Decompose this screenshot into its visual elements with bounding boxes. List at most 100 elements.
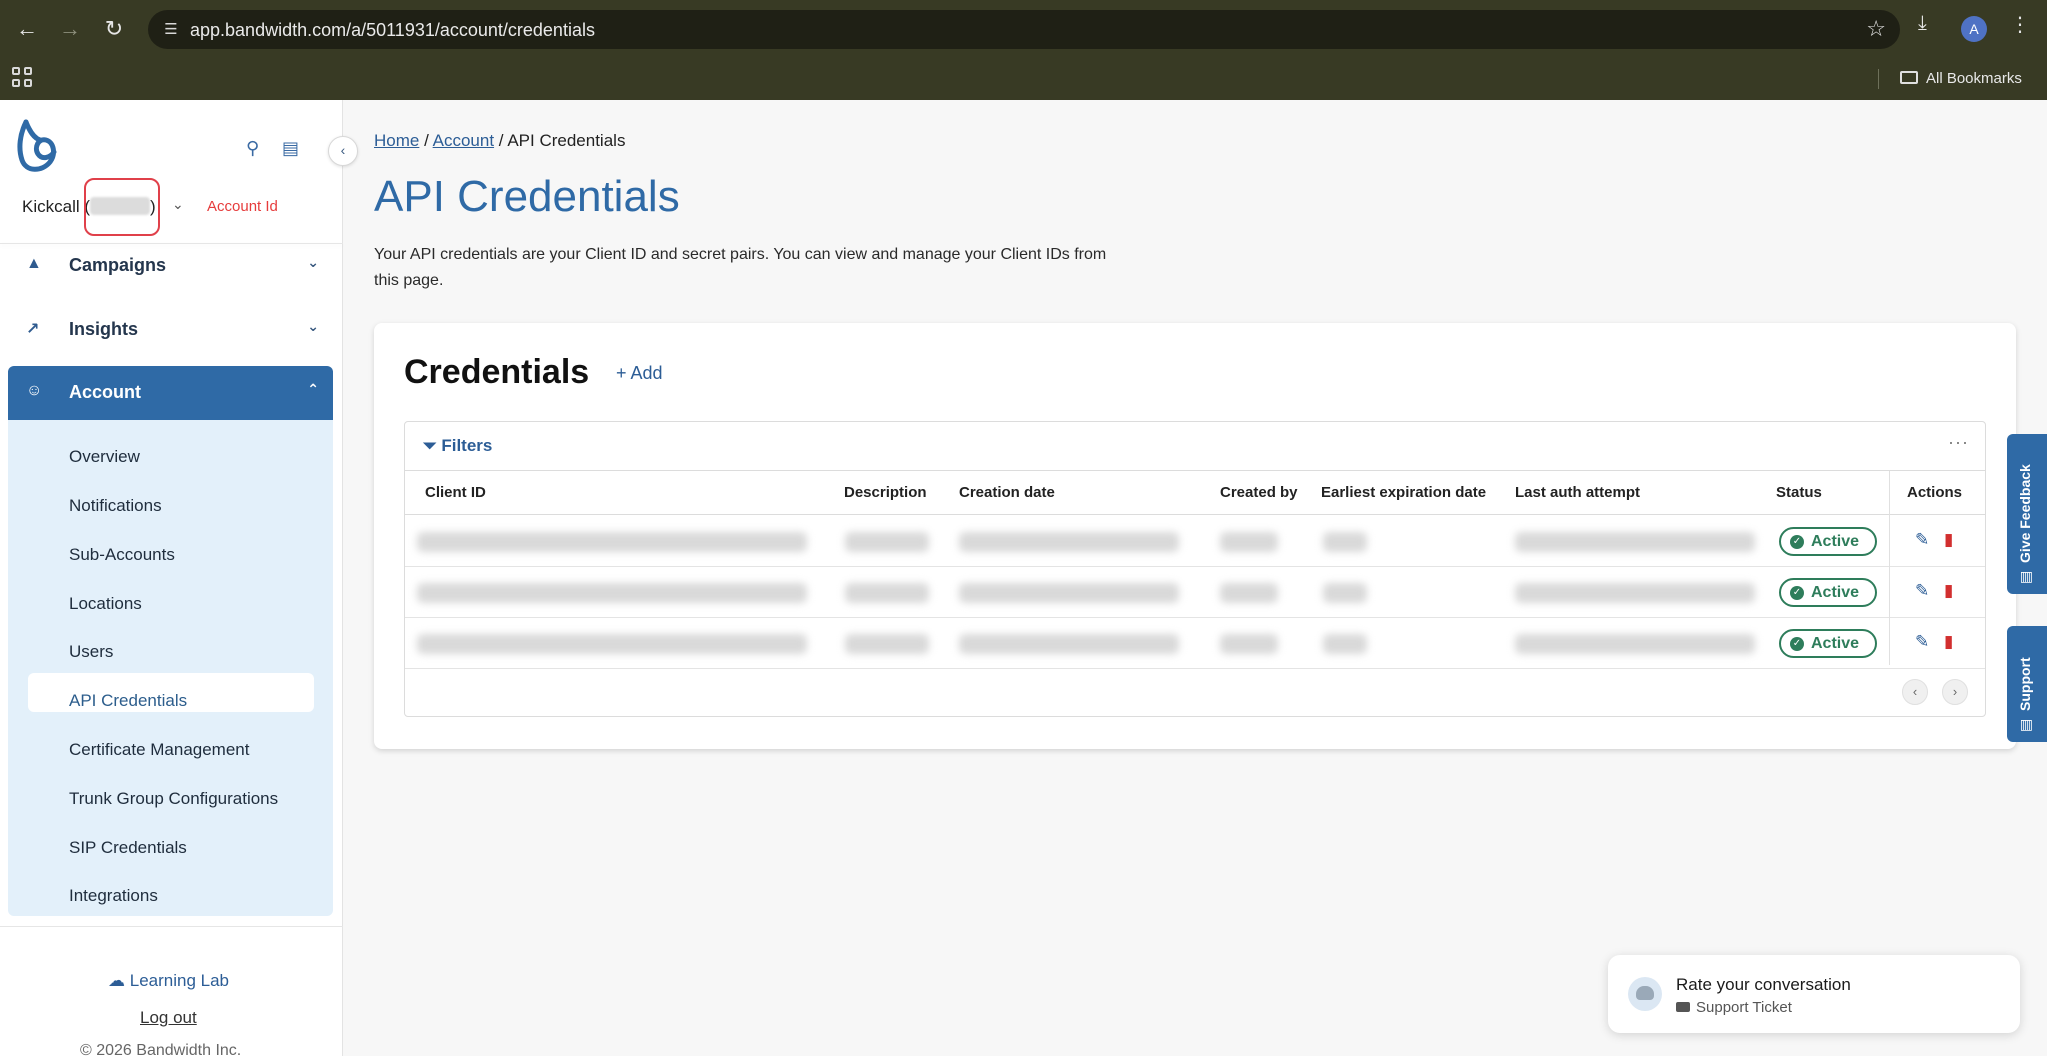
table-row[interactable]: ✓ Active ✎ ▮	[405, 567, 1985, 618]
edit-pencil-icon[interactable]: ✎	[1915, 530, 1929, 550]
sidebar-item-users[interactable]: Users	[69, 642, 113, 662]
table-row[interactable]: ✓ Active ✎ ▮	[405, 618, 1985, 669]
redacted-description	[845, 634, 929, 654]
delete-trash-icon[interactable]: ▮	[1944, 530, 1953, 550]
all-bookmarks-button[interactable]: All Bookmarks	[1900, 69, 2022, 89]
contact-card-icon[interactable]: ▤	[282, 138, 299, 159]
highlight-annotation	[84, 178, 160, 236]
redacted-creation-date	[959, 634, 1179, 654]
breadcrumb-account[interactable]: Account	[433, 131, 494, 150]
redacted-creation-date	[959, 583, 1179, 603]
forward-icon[interactable]: →	[55, 14, 85, 44]
rate-conversation-toast[interactable]: Rate your conversation Support Ticket	[1608, 955, 2020, 1033]
status-badge: ✓ Active	[1779, 629, 1877, 658]
user-circle-icon: ☺	[26, 382, 43, 399]
toast-title: Rate your conversation	[1676, 975, 1851, 994]
more-options-icon[interactable]: ···	[1948, 432, 1969, 453]
page-description: Your API credentials are your Client ID …	[374, 246, 1107, 289]
column-header-description[interactable]: Description	[844, 484, 927, 501]
breadcrumb-separator: /	[498, 131, 504, 150]
nav-account[interactable]: ☺ Account ⌃	[8, 366, 333, 420]
status-badge: ✓ Active	[1779, 578, 1877, 607]
folder-icon	[1900, 71, 1918, 84]
breadcrumb-home[interactable]: Home	[374, 131, 419, 150]
nav-insights[interactable]: ↗ Insights ⌄	[8, 304, 333, 356]
bandwidth-logo[interactable]	[16, 118, 62, 174]
next-page-button[interactable]: ›	[1942, 679, 1968, 705]
filters-button[interactable]: ⏷ Filters	[423, 436, 492, 456]
edit-pencil-icon[interactable]: ✎	[1915, 632, 1929, 652]
redacted-last-auth	[1515, 583, 1755, 603]
sidebar-item-integrations[interactable]: Integrations	[69, 886, 158, 906]
browser-toolbar: ← → ↻ ☰ app.bandwidth.com/a/5011931/acco…	[0, 0, 2047, 58]
breadcrumb-separator: /	[424, 131, 429, 150]
add-credential-button[interactable]: + Add	[616, 363, 663, 384]
redacted-creation-date	[959, 532, 1179, 552]
reload-icon[interactable]: ↻	[99, 14, 129, 44]
sidebar-divider	[0, 926, 343, 927]
nav-campaigns[interactable]: ▲ Campaigns ⌄	[8, 240, 333, 292]
redacted-last-auth	[1515, 532, 1755, 552]
address-bar[interactable]: ☰ app.bandwidth.com/a/5011931/account/cr…	[148, 10, 1900, 49]
sidebar-item-sip-credentials[interactable]: SIP Credentials	[69, 838, 187, 858]
sidebar-item-overview[interactable]: Overview	[69, 447, 140, 467]
column-header-creation-date[interactable]: Creation date	[959, 484, 1055, 501]
collapse-sidebar-button[interactable]: ‹	[328, 136, 358, 166]
nav-label: Insights	[69, 319, 139, 339]
book-icon: ☁	[108, 971, 125, 990]
bot-avatar-icon	[1628, 977, 1662, 1011]
edit-pencil-icon[interactable]: ✎	[1915, 581, 1929, 601]
all-bookmarks-label: All Bookmarks	[1926, 70, 2022, 87]
delete-trash-icon[interactable]: ▮	[1944, 632, 1953, 652]
previous-page-button[interactable]: ‹	[1902, 679, 1928, 705]
learning-lab-link[interactable]: ☁ Learning Lab	[108, 971, 229, 991]
column-header-created-by[interactable]: Created by	[1220, 484, 1298, 501]
column-header-last-auth-attempt[interactable]: Last auth attempt	[1515, 484, 1640, 501]
chevron-down-icon[interactable]: ⌄	[172, 196, 184, 213]
sidebar-item-trunk-group-configurations[interactable]: Trunk Group Configurations	[69, 789, 278, 809]
sidebar-item-sub-accounts[interactable]: Sub-Accounts	[69, 545, 175, 565]
bookmark-star-icon[interactable]: ☆	[1866, 16, 1886, 42]
column-header-earliest-expiration-date[interactable]: Earliest expiration date	[1321, 484, 1486, 501]
sidebar-item-api-credentials[interactable]: API Credentials	[69, 691, 187, 711]
redacted-expiration-date	[1323, 583, 1367, 603]
support-tab[interactable]: ▤ Support	[2007, 626, 2047, 742]
check-circle-icon: ✓	[1790, 637, 1804, 651]
back-icon[interactable]: ←	[12, 14, 42, 44]
redacted-description	[845, 583, 929, 603]
toast-subtitle: Support Ticket	[1676, 999, 1792, 1016]
nav-label: Account	[69, 382, 141, 402]
browser-menu-icon[interactable]: ⋮	[2010, 12, 2030, 37]
credentials-card: Credentials + Add ⏷ Filters ··· Client I…	[374, 323, 2016, 749]
give-feedback-label: ▤ Give Feedback	[2017, 464, 2033, 584]
apps-grid-icon[interactable]	[12, 67, 34, 89]
status-text: Active	[1811, 533, 1860, 550]
breadcrumb: Home / Account / API Credentials	[374, 131, 625, 151]
redacted-client-id	[417, 634, 807, 654]
sidebar-item-notifications[interactable]: Notifications	[69, 496, 162, 516]
delete-trash-icon[interactable]: ▮	[1944, 581, 1953, 601]
logout-link[interactable]: Log out	[140, 1008, 197, 1028]
credentials-table: ⏷ Filters ··· Client ID Description Crea…	[404, 421, 1986, 717]
status-text: Active	[1811, 635, 1860, 652]
give-feedback-tab[interactable]: ▤ Give Feedback	[2007, 434, 2047, 594]
site-info-icon[interactable]: ☰	[160, 19, 182, 41]
column-header-client-id[interactable]: Client ID	[425, 484, 486, 501]
bookmarks-divider	[1878, 69, 1879, 89]
sidebar-item-locations[interactable]: Locations	[69, 594, 142, 614]
copyright-text: © 2026 Bandwidth Inc.	[80, 1042, 242, 1056]
redacted-created-by	[1220, 583, 1278, 603]
account-subnav: Overview Notifications Sub-Accounts Loca…	[8, 420, 333, 916]
profile-avatar[interactable]: A	[1961, 16, 1987, 42]
credentials-title: Credentials	[404, 353, 590, 391]
support-label: ▤ Support	[2017, 657, 2033, 732]
redacted-client-id	[417, 583, 807, 603]
table-row[interactable]: ✓ Active ✎ ▮	[405, 516, 1985, 567]
search-icon[interactable]: ⚲	[246, 138, 259, 159]
account-id-label: Account Id	[207, 198, 278, 215]
column-header-status[interactable]: Status	[1776, 484, 1822, 501]
download-icon[interactable]: ⤓	[1918, 12, 1927, 35]
redacted-last-auth	[1515, 634, 1755, 654]
sidebar-item-certificate-management[interactable]: Certificate Management	[69, 740, 249, 760]
check-circle-icon: ✓	[1790, 586, 1804, 600]
